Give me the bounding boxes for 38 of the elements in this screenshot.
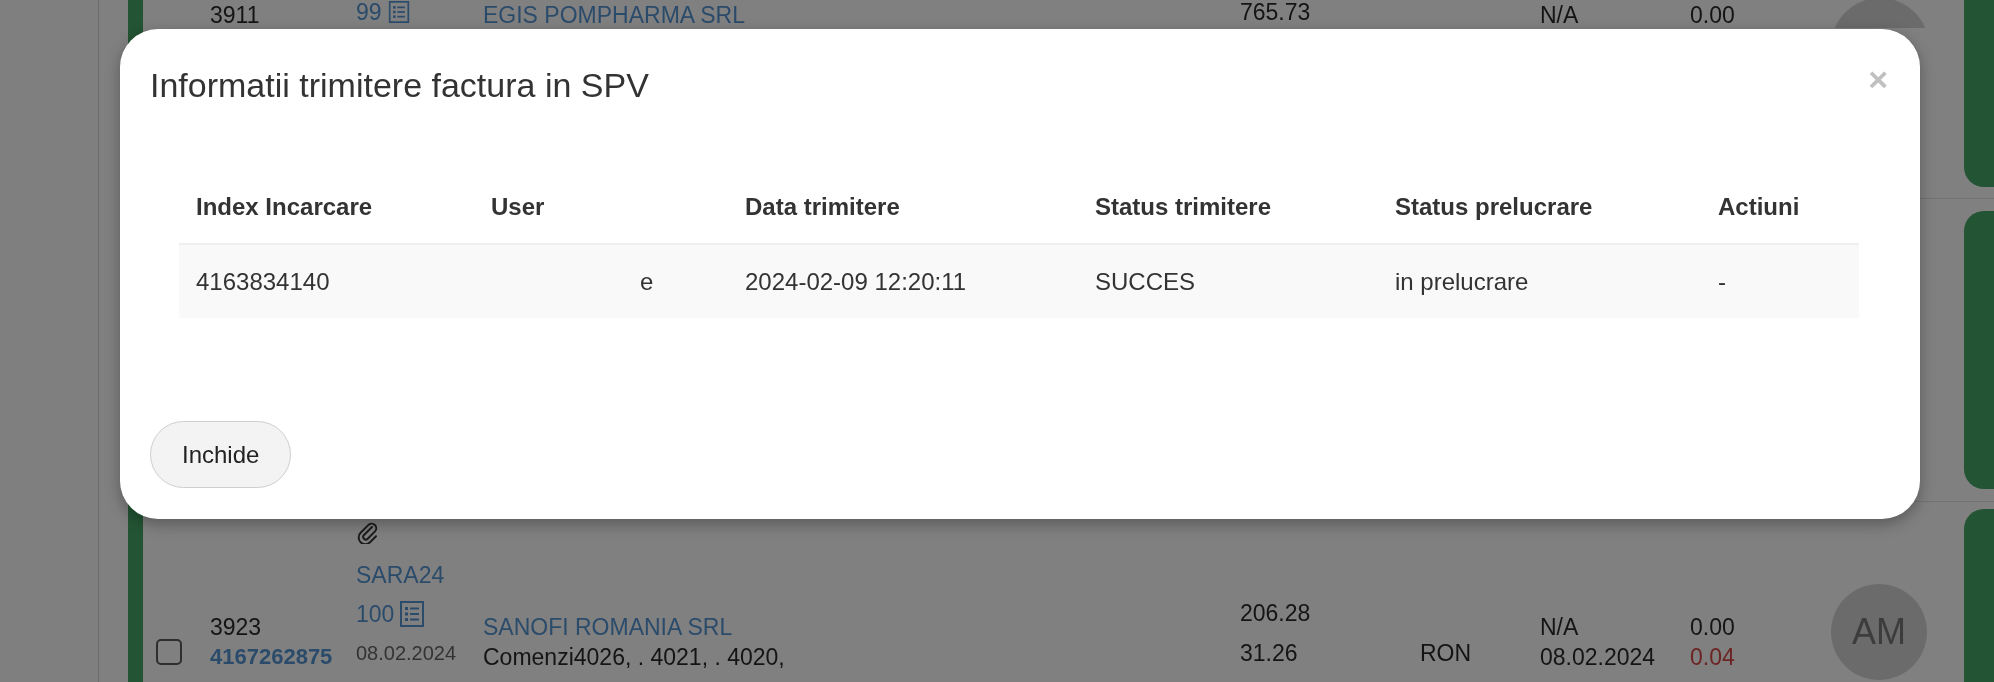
- balance-text: 0.00: [1690, 613, 1735, 642]
- table-cell-text: -: [1717, 267, 1727, 296]
- currency-text: RON: [1420, 639, 1472, 668]
- list-icon[interactable]: [387, 1, 410, 23]
- table-cell-text: in prelucrare: [1394, 267, 1530, 296]
- client-link[interactable]: SANOFI ROMANIA SRL: [483, 612, 733, 642]
- column-header: Status prelucrare: [1394, 192, 1594, 221]
- table-cell-text: e: [639, 267, 655, 296]
- column-header: Status trimitere: [1094, 192, 1273, 221]
- status-text: 08.02.2024: [1540, 643, 1656, 672]
- row-number: 3911: [210, 3, 260, 28]
- close-button[interactable]: ×: [1868, 62, 1888, 96]
- status-text: N/A: [1540, 3, 1579, 28]
- column-header: Index Incarcare: [195, 192, 374, 221]
- series-link[interactable]: SARA24: [356, 560, 445, 590]
- row-number: 3923: [210, 613, 262, 642]
- table-cell-text: SUCCES: [1094, 267, 1197, 296]
- amount-text: 206.28: [1240, 599, 1311, 628]
- balance-text: 0.04: [1690, 643, 1735, 672]
- status-text: N/A: [1540, 613, 1579, 642]
- note-text: Comenzi4026, . 4021, . 4020,: [483, 643, 785, 672]
- modal-title: Informatii trimitere factura in SPV: [150, 65, 649, 106]
- index-link[interactable]: 4167262875: [210, 642, 333, 672]
- date-text: 08.02.2024: [356, 641, 457, 665]
- document-link[interactable]: 99: [356, 0, 382, 24]
- column-header: Actiuni: [1717, 192, 1801, 221]
- client-link[interactable]: EGIS POMPHARMA SRL: [483, 3, 745, 28]
- table-cell-text: 2024-02-09 12:20:11: [744, 267, 968, 296]
- column-header: User: [490, 192, 546, 221]
- row-checkbox[interactable]: [156, 639, 182, 665]
- document-link[interactable]: 100: [356, 599, 395, 629]
- table-cell-text: 4163834140: [195, 267, 331, 296]
- amount-text: 31.26: [1240, 639, 1298, 668]
- list-icon[interactable]: [400, 601, 425, 627]
- amount-text: 765.73: [1240, 0, 1311, 24]
- column-header: Data trimitere: [744, 192, 901, 221]
- close-dialog-button[interactable]: Inchide: [150, 421, 292, 488]
- balance-text: 0.00: [1690, 3, 1735, 28]
